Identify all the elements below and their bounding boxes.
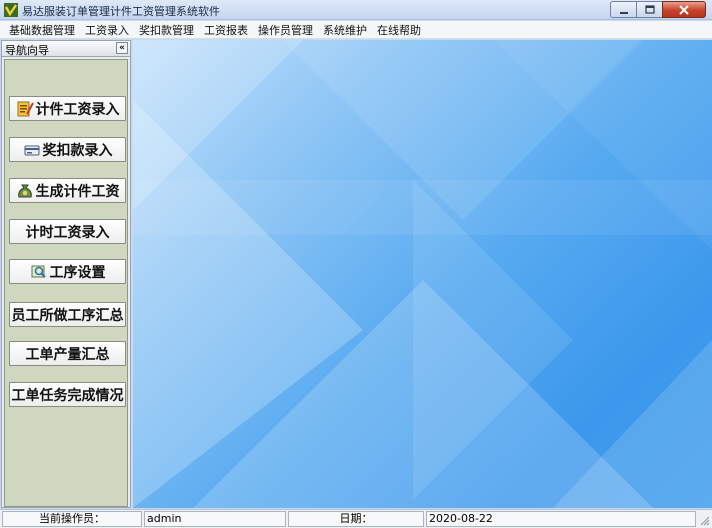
work-order-output-summary-button[interactable]: 工单产量汇总 — [9, 341, 126, 366]
minimize-button[interactable] — [610, 1, 637, 18]
employee-process-summary-button[interactable]: 员工所做工序汇总 — [9, 302, 126, 327]
nav-button-panel: 计件工资录入 奖扣款录入 生成计件工资 计时工资录入 工序设置 员工所做工序汇总… — [4, 59, 128, 507]
window-controls — [610, 1, 706, 18]
menu-wage-entry[interactable]: 工资录入 — [80, 22, 134, 38]
maximize-icon — [644, 5, 655, 14]
operator-value: admin — [144, 511, 286, 527]
menu-system[interactable]: 系统维护 — [318, 22, 372, 38]
process-settings-label: 工序设置 — [49, 264, 106, 281]
collapse-sidebar-button[interactable]: « — [116, 42, 128, 54]
menu-operator[interactable]: 操作员管理 — [253, 22, 318, 38]
menu-bonus-deduction[interactable]: 奖扣款管理 — [134, 22, 199, 38]
status-bar: 当前操作员： admin 日期： 2020-08-22 — [0, 509, 712, 528]
menu-basic-data[interactable]: 基础数据管理 — [4, 22, 80, 38]
maximize-button[interactable] — [636, 1, 663, 18]
title-bar: 易达服装订单管理计件工资管理系统软件 — [0, 0, 712, 20]
employee-process-summary-label: 员工所做工序汇总 — [11, 307, 124, 324]
close-button[interactable] — [662, 1, 706, 18]
resize-grip-icon[interactable] — [699, 515, 710, 526]
sidebar-title: 导航向导 — [5, 44, 49, 57]
notepad-icon — [17, 101, 34, 116]
bonus-deduction-entry-label: 奖扣款录入 — [42, 142, 113, 159]
process-settings-button[interactable]: 工序设置 — [9, 259, 126, 284]
sidebar-header: 导航向导 « — [2, 41, 130, 57]
generate-piece-wage-button[interactable]: 生成计件工资 — [9, 178, 126, 203]
menu-wage-report[interactable]: 工资报表 — [199, 22, 253, 38]
app-logo-icon — [4, 3, 18, 17]
date-label: 日期： — [288, 511, 424, 527]
date-value: 2020-08-22 — [426, 511, 696, 527]
card-icon — [24, 145, 39, 155]
work-order-output-summary-label: 工单产量汇总 — [25, 346, 110, 363]
menu-help[interactable]: 在线帮助 — [372, 22, 426, 38]
main-workspace — [133, 40, 712, 508]
money-bag-icon — [17, 184, 32, 197]
navigation-sidebar: 导航向导 « 计件工资录入 奖扣款录入 生成计件工资 计时工资录入 工序设置 员… — [1, 40, 131, 508]
piece-wage-entry-button[interactable]: 计件工资录入 — [9, 96, 126, 121]
work-order-completion-label: 工单任务完成情况 — [11, 387, 124, 404]
background-pattern — [133, 40, 712, 508]
generate-piece-wage-label: 生成计件工资 — [35, 183, 120, 200]
piece-wage-entry-label: 计件工资录入 — [35, 101, 120, 118]
menu-bar: 基础数据管理 工资录入 奖扣款管理 工资报表 操作员管理 系统维护 在线帮助 — [0, 21, 712, 39]
time-wage-entry-label: 计时工资录入 — [25, 224, 110, 241]
close-icon — [679, 4, 689, 15]
bonus-deduction-entry-button[interactable]: 奖扣款录入 — [9, 137, 126, 162]
time-wage-entry-button[interactable]: 计时工资录入 — [9, 219, 126, 244]
minimize-icon — [619, 11, 628, 14]
operator-label: 当前操作员： — [2, 511, 142, 527]
work-order-completion-button[interactable]: 工单任务完成情况 — [9, 382, 126, 407]
settings-search-icon — [31, 265, 46, 278]
window-title: 易达服装订单管理计件工资管理系统软件 — [22, 5, 220, 18]
